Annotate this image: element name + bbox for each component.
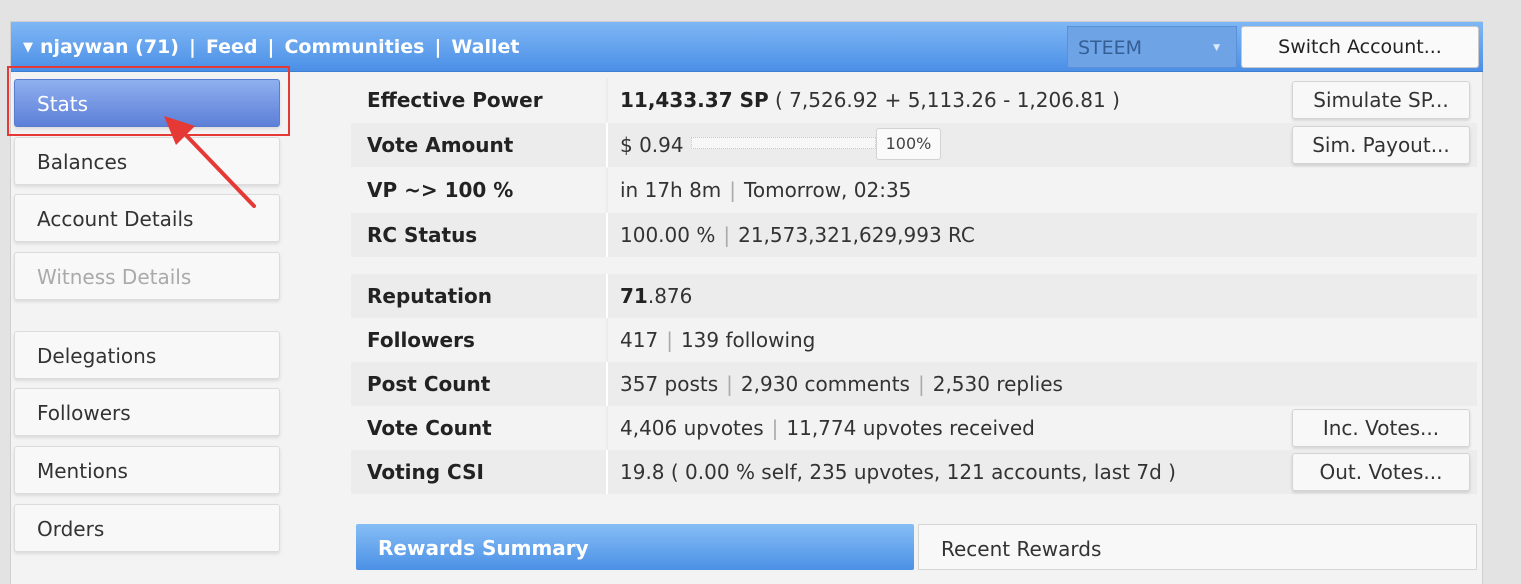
arrow-shaft xyxy=(180,129,256,208)
annotation-arrow xyxy=(164,116,256,208)
